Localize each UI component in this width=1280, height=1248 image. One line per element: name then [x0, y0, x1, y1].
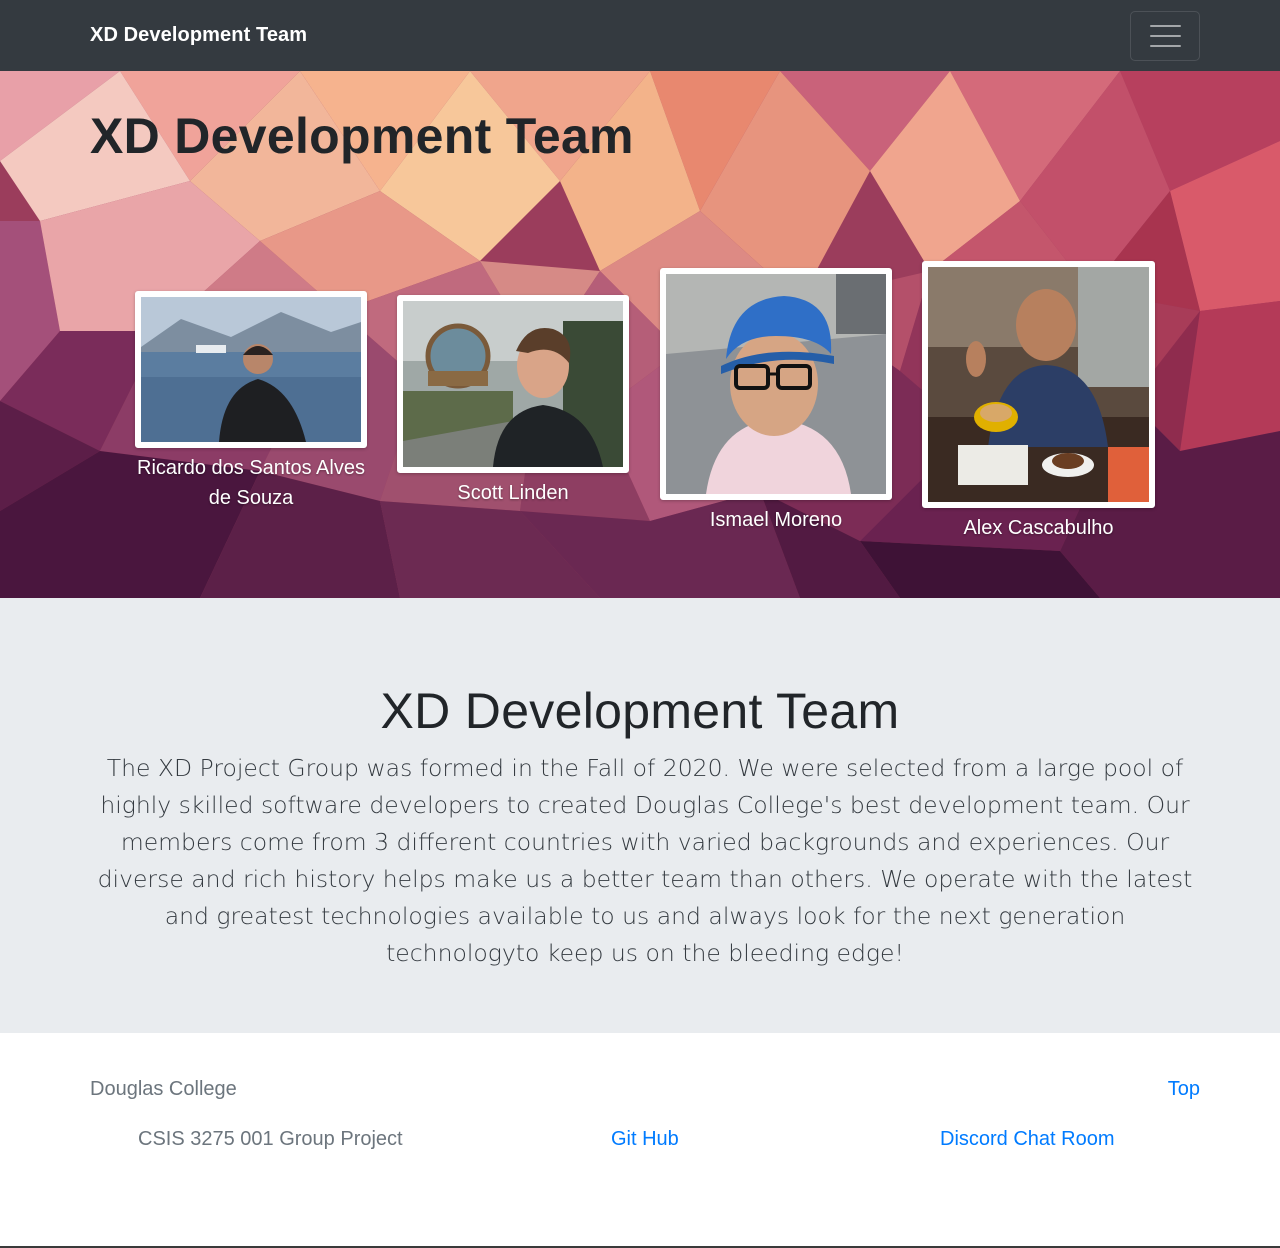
member-photo [922, 261, 1155, 508]
member-photo [135, 291, 367, 448]
hero-title: XD Development Team [90, 108, 634, 164]
member-name: Scott Linden [457, 482, 569, 504]
github-link[interactable]: Git Hub [611, 1128, 679, 1151]
navbar-toggler-button[interactable] [1130, 11, 1200, 61]
member-photo [660, 268, 892, 500]
member-name: Ricardo dos Santos Alves de Souza [137, 457, 365, 509]
about-title: XD Development Team [380, 683, 900, 739]
navbar-brand[interactable]: XD Development Team [90, 24, 307, 47]
hero-jumbotron: XD Development Team Ricardo dos Santos A… [0, 71, 1280, 598]
back-to-top-link[interactable]: Top [1168, 1078, 1200, 1101]
member-name: Ismael Moreno [709, 509, 843, 531]
navbar: XD Development Team [0, 0, 1280, 71]
about-description: The XD Project Group was formed in the F… [97, 754, 1193, 967]
footer-college: Douglas College [90, 1078, 237, 1100]
about-section: XD Development Team The XD Project Group… [0, 598, 1280, 1033]
member-card-ricardo: Ricardo dos Santos Alves de Souza [135, 291, 367, 513]
discord-link[interactable]: Discord Chat Room [940, 1128, 1115, 1151]
member-card-scott: Scott Linden [397, 295, 629, 508]
footer: Douglas College Top CSIS 3275 001 Group … [0, 1033, 1280, 1248]
member-card-alex: Alex Cascabulho [922, 261, 1155, 543]
footer-course: CSIS 3275 001 Group Project [138, 1128, 403, 1150]
member-photo [397, 295, 629, 473]
member-card-ismael: Ismael Moreno [660, 268, 892, 535]
member-name: Alex Cascabulho [963, 517, 1114, 539]
